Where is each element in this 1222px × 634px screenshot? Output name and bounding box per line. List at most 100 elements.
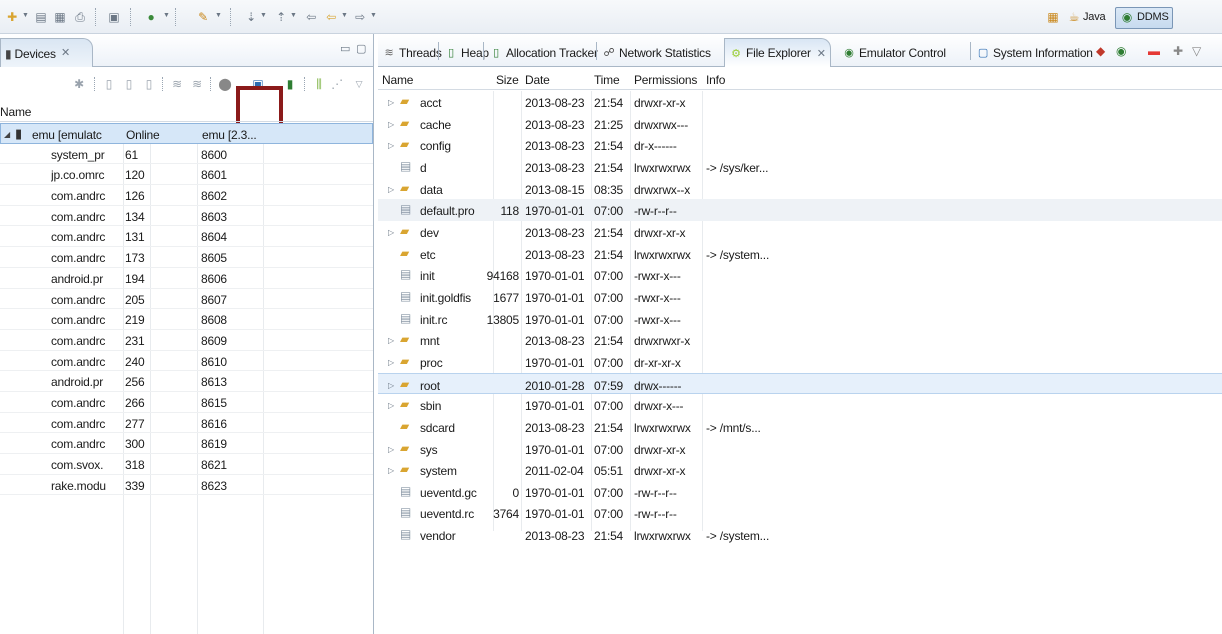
process-row[interactable]: com.andrc 173 8605 [0,247,373,268]
file-row[interactable]: ▤ init.rc 13805 1970-01-01 07:00 -rwxr-x--- [378,308,1222,330]
close-icon[interactable]: ✕ [817,47,826,60]
delete-file-icon[interactable]: ▬ [1148,44,1160,58]
java-perspective-label[interactable]: Java [1083,11,1106,23]
dump-hprof-icon[interactable]: ▯ [122,77,136,91]
expand-arrow-icon[interactable]: ▷ [388,120,394,129]
prev-annotation-icon[interactable]: ⇡ [273,9,289,25]
expand-arrow-icon[interactable]: ▷ [388,466,394,475]
process-row[interactable]: com.andrc 277 8616 [0,413,373,434]
open-perspective-icon[interactable]: ▦ [1045,9,1061,25]
expand-arrow-icon[interactable]: ▷ [388,358,394,367]
opengl-trace-icon[interactable]: ⋰ [330,77,344,91]
process-row[interactable]: com.andrc 131 8604 [0,226,373,248]
process-row[interactable]: com.svox. 318 8621 [0,454,373,475]
back-dropdown-icon[interactable]: ▼ [341,12,348,19]
screen-capture-tool-icon[interactable]: ◆ [1096,44,1105,58]
process-row[interactable]: com.andrc 240 8610 [0,351,373,372]
file-row[interactable]: ▷ ▰ acct 2013-08-23 21:54 drwxr-xr-x [378,91,1222,113]
expand-arrow-icon[interactable]: ▷ [388,185,394,194]
file-row[interactable]: ▷ ▰ mnt 2013-08-23 21:54 drwxrwxr-x [378,329,1222,351]
file-row[interactable]: ▷ ▰ dev 2013-08-23 21:54 drwxr-xr-x [378,221,1222,243]
save-all-icon[interactable]: ▦ [52,9,68,25]
file-row[interactable]: ▷ ▰ cache 2013-08-23 21:25 drwxrwx--- [378,113,1222,135]
terminal-icon[interactable]: ▣ [106,9,122,25]
stop-process-icon[interactable]: ⬤ [218,77,232,91]
process-row[interactable]: rake.modu 339 8623 [0,475,373,496]
file-row[interactable]: ▷ ▰ proc 1970-01-01 07:00 dr-xr-xr-x [378,351,1222,373]
expand-arrow-icon[interactable]: ▷ [388,381,394,390]
expand-arrow-icon[interactable]: ▷ [388,98,394,107]
save-icon[interactable]: ▤ [33,9,49,25]
column-date[interactable]: Date [525,73,550,87]
file-row[interactable]: ▷ ▰ system 2011-02-04 05:51 drwxr-xr-x [378,459,1222,481]
process-row[interactable]: android.pr 194 8606 [0,268,373,289]
print-icon[interactable]: ⎙ [72,9,88,25]
process-row[interactable]: com.andrc 126 8602 [0,185,373,206]
process-row[interactable]: com.andrc 266 8615 [0,392,373,413]
wand-icon[interactable]: ✎ [195,9,211,25]
column-permissions[interactable]: Permissions [634,73,697,87]
expand-arrow-icon[interactable]: ▷ [388,445,394,454]
tab-allocation-tracker[interactable]: ▯ Allocation Tracker [485,40,602,65]
tab-system-information[interactable]: ▢ System Information [972,40,1097,65]
forward-dropdown-icon[interactable]: ▼ [370,12,377,19]
new-folder-icon[interactable]: ✚ [1173,44,1183,58]
file-row[interactable]: ▷ ▰ config 2013-08-23 21:54 dr-x------ [378,134,1222,156]
run-icon[interactable]: ● [143,9,159,25]
close-icon[interactable]: ✕ [61,46,70,59]
maximize-icon[interactable]: ▢ [356,42,366,55]
process-row[interactable]: jp.co.omrc 120 8601 [0,164,373,186]
tab-devices[interactable]: ▮ Devices ✕ [0,38,93,67]
process-row[interactable]: com.andrc 219 8608 [0,309,373,330]
file-row[interactable]: ▤ vendor 2013-08-23 21:54 lrwxrwxrwx -> /syst… [378,524,1222,546]
process-row[interactable]: android.pr 256 8613 [0,371,373,392]
view-menu-icon[interactable]: ▽ [352,77,366,91]
file-row[interactable]: ▷ ▰ data 2013-08-15 08:35 drwxrwx--x [378,178,1222,200]
expand-arrow-icon[interactable]: ◢ [4,130,10,139]
file-row[interactable]: ▷ ▰ sys 1970-01-01 07:00 drwxr-xr-x [378,438,1222,460]
forward-icon[interactable]: ⇨ [352,9,368,25]
file-row[interactable]: ▤ default.pro 118 1970-01-01 07:00 -rw-r--r-- [378,199,1222,221]
dump-view-hierarchy-icon[interactable]: ⫼ [312,77,326,91]
file-row[interactable]: ▤ d 2013-08-23 21:54 lrwxrwxrwx -> /sys/ker..… [378,156,1222,178]
expand-arrow-icon[interactable]: ▷ [388,336,394,345]
column-name[interactable]: Name [0,105,31,119]
run-dropdown-icon[interactable]: ▼ [163,12,170,19]
file-row[interactable]: ▰ sdcard 2013-08-23 21:54 lrwxrwxrwx -> /mnt/… [378,416,1222,438]
column-info[interactable]: Info [706,73,725,87]
process-row[interactable]: com.andrc 134 8603 [0,206,373,227]
prev-annotation-dropdown-icon[interactable]: ▼ [290,12,297,19]
file-row[interactable]: ▤ ueventd.gc 0 1970-01-01 07:00 -rw-r--r-- [378,481,1222,503]
column-size[interactable]: Size [496,73,519,87]
new-dropdown-icon[interactable]: ▼ [22,12,29,19]
cause-gc-icon[interactable]: ▯ [142,77,156,91]
android-tool-icon[interactable]: ◉ [1116,44,1126,58]
file-row[interactable]: ▤ ueventd.rc 3764 1970-01-01 07:00 -rw-r--r-- [378,502,1222,524]
process-row[interactable]: com.andrc 300 8619 [0,433,373,454]
debug-icon[interactable]: ✱ [72,77,86,91]
systrace-icon[interactable]: ▮ [283,77,297,91]
new-icon[interactable]: ✚ [4,9,20,25]
process-row[interactable]: system_pr 61 8600 [0,144,373,165]
update-heap-icon[interactable]: ▯ [102,77,116,91]
file-row[interactable]: ▰ etc 2013-08-23 21:54 lrwxrwxrwx -> /system.… [378,243,1222,265]
view-menu-icon[interactable]: ▽ [1192,44,1201,58]
column-name[interactable]: Name [382,73,413,87]
process-row[interactable]: com.andrc 231 8609 [0,330,373,351]
wand-dropdown-icon[interactable]: ▼ [215,12,222,19]
file-row[interactable]: ▤ init.goldfis 1677 1970-01-01 07:00 -rwxr-x-… [378,286,1222,308]
update-threads-icon[interactable]: ≋ [170,77,184,91]
start-method-profiling-icon[interactable]: ≋ [190,77,204,91]
expand-arrow-icon[interactable]: ▷ [388,228,394,237]
column-time[interactable]: Time [594,73,620,87]
expand-arrow-icon[interactable]: ▷ [388,141,394,150]
file-row[interactable]: ▷ ▰ sbin 1970-01-01 07:00 drwxr-x--- [378,394,1222,416]
process-row[interactable]: com.andrc 205 8607 [0,289,373,310]
ddms-perspective-label[interactable]: DDMS [1137,11,1169,23]
next-annotation-icon[interactable]: ⇣ [243,9,259,25]
tab-network-statistics[interactable]: ☍ Network Statistics [598,40,715,65]
back-icon[interactable]: ⇦ [323,9,339,25]
history-icon[interactable]: ⇦ [303,9,319,25]
tab-file-explorer[interactable]: ⚙ File Explorer ✕ [724,38,831,67]
tab-threads[interactable]: ≋ Threads [378,40,446,65]
